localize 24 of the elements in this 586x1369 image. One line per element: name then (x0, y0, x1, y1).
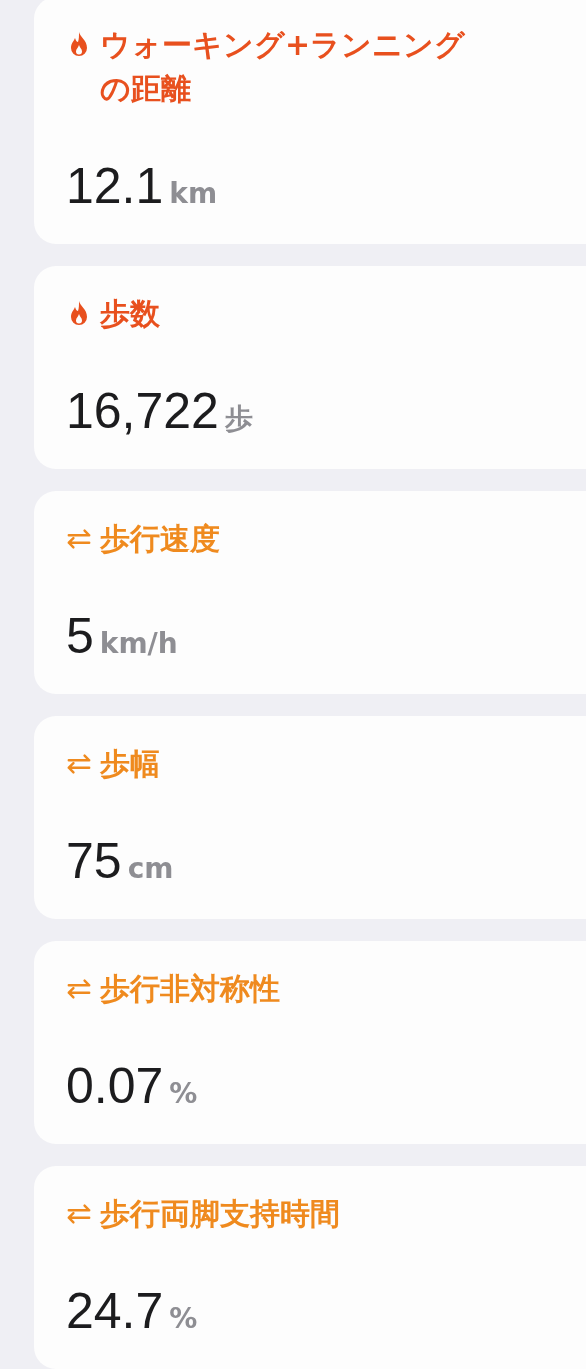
metric-unit: 歩 (224, 401, 253, 437)
metric-title: 歩行両脚支持時間 (100, 1195, 340, 1233)
metric-value: 0.07 (66, 1059, 164, 1113)
metric-value: 12.1 (66, 159, 164, 213)
metric-unit: % (169, 1302, 198, 1335)
metric-unit: km (169, 177, 218, 210)
metric-unit: cm (127, 852, 174, 885)
metric-title: 歩行速度 (100, 520, 220, 558)
metric-unit: km/h (99, 627, 178, 660)
metric-card[interactable]: 歩行両脚支持時間 24.7% (34, 1166, 586, 1369)
metric-title: 歩数 (100, 295, 160, 333)
metric-card[interactable]: 歩行非対称性 0.07% (34, 941, 586, 1144)
metric-value: 16,722 (66, 384, 219, 438)
metric-title: ウォーキング+ランニングの距離 (100, 26, 467, 108)
metric-value: 24.7 (66, 1284, 164, 1338)
metric-card[interactable]: ウォーキング+ランニングの距離 12.1 km (34, 0, 586, 244)
metric-value: 5 (66, 609, 94, 663)
metric-card[interactable]: 歩行速度 5 km/h (34, 491, 586, 694)
metric-card[interactable]: 歩幅 75 cm (34, 716, 586, 919)
metric-title: 歩行非対称性 (100, 970, 280, 1008)
metric-card[interactable]: 歩数 16,722 歩 (34, 266, 586, 469)
metric-title: 歩幅 (100, 745, 160, 783)
metric-unit: % (169, 1077, 198, 1110)
metric-value: 75 (66, 834, 122, 888)
